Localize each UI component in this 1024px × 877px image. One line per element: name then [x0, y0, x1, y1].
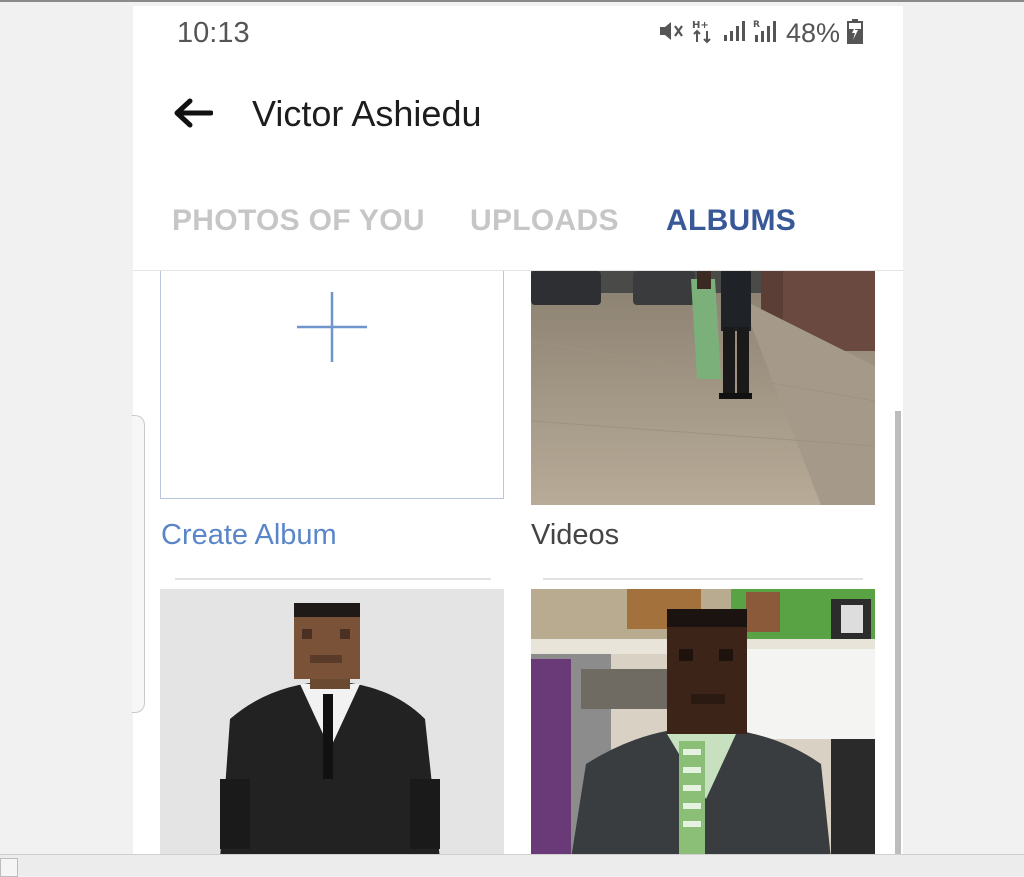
videos-album-image [531, 271, 875, 505]
plus-icon [297, 292, 367, 362]
window-bottom-tab [0, 858, 18, 877]
signal-icon [722, 19, 746, 48]
album-image [160, 589, 504, 854]
battery-percent: 48% [785, 18, 840, 48]
videos-album-thumbnail[interactable] [531, 271, 875, 505]
network-type-label: H+ [692, 20, 709, 31]
mute-icon [658, 19, 684, 48]
album-image [531, 589, 875, 854]
tab-bar: PHOTOS OF YOU UPLOADS ALBUMS [133, 184, 903, 271]
album-thumbnail[interactable] [160, 589, 504, 854]
tab-photos-of-you[interactable]: PHOTOS OF YOU [172, 204, 425, 238]
row-divider [175, 578, 491, 580]
row-divider [543, 578, 863, 580]
status-bar: 10:13 H+ R 48% [133, 6, 903, 62]
scrollbar[interactable] [895, 411, 901, 854]
albums-grid: Create Album Videos [133, 271, 903, 854]
tab-uploads[interactable]: UPLOADS [470, 204, 619, 238]
album-thumbnail[interactable] [531, 589, 875, 854]
status-icons: H+ R 48% [658, 18, 863, 49]
videos-album-label[interactable]: Videos [531, 519, 619, 552]
create-album-tile[interactable] [160, 271, 504, 499]
network-data-icon: H+ [691, 18, 715, 49]
page-title: Victor Ashiedu [252, 93, 482, 134]
arrow-left-icon [174, 98, 214, 128]
tab-albums[interactable]: ALBUMS [666, 204, 796, 238]
battery-charging-icon [847, 18, 863, 49]
back-button[interactable] [173, 98, 214, 128]
status-time: 10:13 [177, 17, 250, 49]
window-bottom-bar [0, 854, 1024, 876]
roaming-signal-icon: R [753, 18, 779, 49]
app-header: Victor Ashiedu [133, 62, 903, 162]
window-side-handle [132, 415, 145, 713]
create-album-label[interactable]: Create Album [161, 519, 337, 552]
roaming-label: R [753, 20, 760, 30]
phone-screen: 10:13 H+ R 48% Victor Ashiedu PHOTOS OF … [133, 6, 903, 854]
